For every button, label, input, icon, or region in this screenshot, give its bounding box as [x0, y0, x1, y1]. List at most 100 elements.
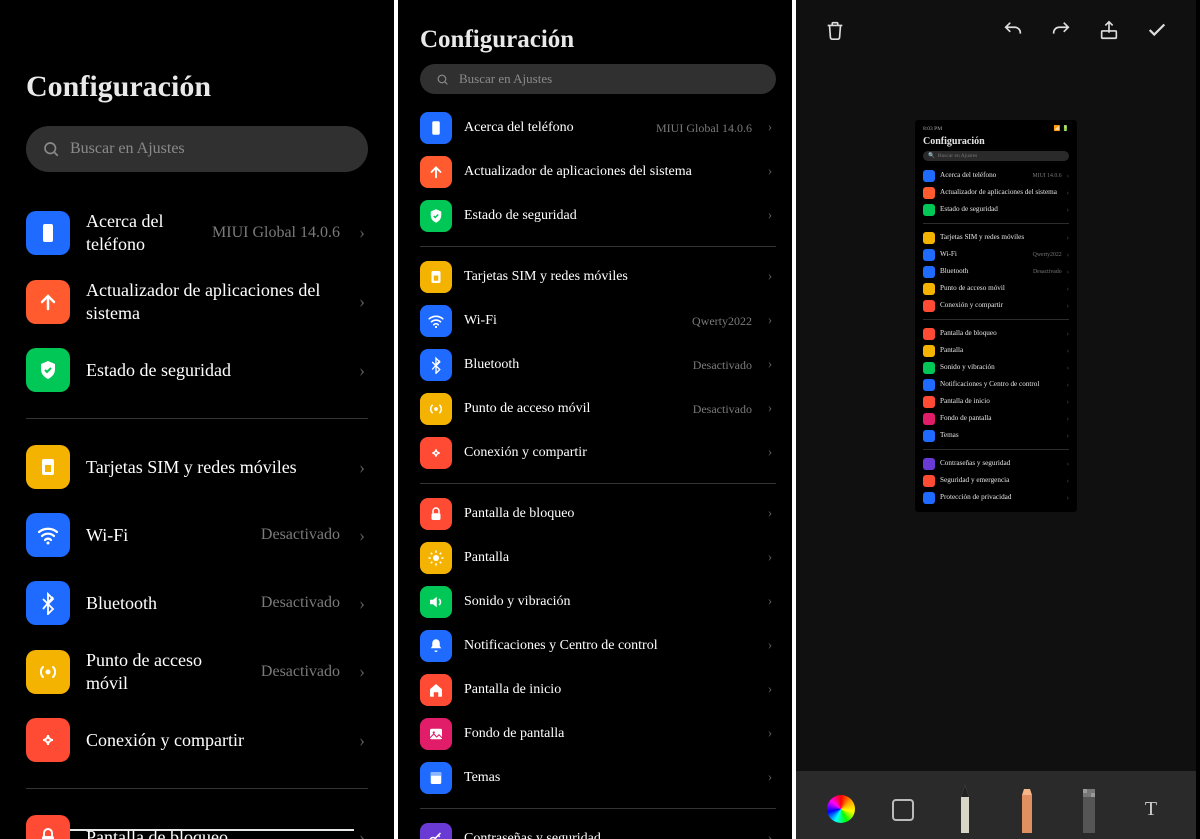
editor-tool-tray: T: [796, 771, 1196, 839]
settings-row-wifi[interactable]: Wi-Fi Qwerty2022 ›: [420, 299, 776, 343]
chevron-right-icon: ›: [764, 831, 776, 839]
search-placeholder: Buscar en Ajustes: [459, 71, 760, 87]
preview-row: Protección de privacidad›: [923, 489, 1069, 506]
row-label: Acerca del teléfono: [86, 210, 196, 255]
row-label: Contraseñas y seguridad: [464, 831, 752, 839]
chevron-right-icon: ›: [764, 313, 776, 329]
row-value: MIUI Global 14.0.6: [212, 224, 340, 242]
chevron-right-icon: ›: [764, 594, 776, 610]
row-label: Estado de seguridad: [86, 359, 340, 382]
chevron-right-icon: ›: [764, 164, 776, 180]
settings-row-security[interactable]: Estado de seguridad ›: [26, 336, 368, 404]
row-value: Desactivado: [261, 526, 340, 544]
row-label: Conexión y compartir: [464, 445, 752, 462]
chevron-right-icon: ›: [764, 506, 776, 522]
chevron-right-icon: ›: [356, 730, 368, 751]
row-label: Wi-Fi: [464, 313, 680, 330]
preview-row: Contraseñas y seguridad›: [923, 455, 1069, 472]
settings-row-bt[interactable]: BluetoothDesactivado›: [420, 343, 776, 387]
highlighter-tool[interactable]: [1010, 781, 1044, 833]
search-placeholder: Buscar en Ajustes: [70, 140, 352, 158]
share-icon: [420, 437, 452, 469]
settings-row-security[interactable]: Estado de seguridad›: [420, 194, 776, 238]
chevron-right-icon: ›: [356, 457, 368, 478]
row-value: Qwerty2022: [692, 314, 752, 329]
chevron-right-icon: ›: [764, 269, 776, 285]
preview-row: Tarjetas SIM y redes móviles›: [923, 229, 1069, 246]
settings-row-updater[interactable]: Actualizador de aplicaciones del sistema…: [420, 150, 776, 194]
bell-icon: [420, 630, 452, 662]
settings-row-hotspot[interactable]: Punto de acceso móvilDesactivado›: [26, 637, 368, 706]
preview-row: Actualizador de aplicaciones del sistema…: [923, 184, 1069, 201]
sun-icon: [420, 542, 452, 574]
phone-icon: [420, 112, 452, 144]
chevron-right-icon: ›: [764, 770, 776, 786]
sim-icon: [26, 445, 70, 489]
row-value: Desactivado: [693, 402, 752, 417]
screenshot-editor: 8:03 PM📶 🔋 Configuración 🔍Buscar en Ajus…: [796, 0, 1196, 839]
shield-icon: [26, 348, 70, 392]
chevron-right-icon: ›: [764, 401, 776, 417]
search-input[interactable]: Buscar en Ajustes: [26, 126, 368, 172]
row-label: Conexión y compartir: [86, 729, 340, 752]
bluetooth-icon: [26, 581, 70, 625]
undo-icon[interactable]: [1002, 19, 1024, 41]
preview-row: Conexión y compartir›: [923, 297, 1069, 314]
row-label: Bluetooth: [86, 592, 245, 615]
chevron-right-icon: ›: [356, 525, 368, 546]
editor-canvas[interactable]: 8:03 PM📶 🔋 Configuración 🔍Buscar en Ajus…: [796, 60, 1196, 512]
settings-row-sound[interactable]: Sonido y vibración ›: [420, 580, 776, 624]
settings-row-display[interactable]: Pantalla›: [420, 536, 776, 580]
settings-row-about[interactable]: Acerca del teléfonoMIUI Global 14.0.6›: [420, 106, 776, 150]
redo-icon[interactable]: [1050, 19, 1072, 41]
chevron-right-icon: ›: [764, 120, 776, 136]
row-label: Punto de acceso móvil: [86, 649, 245, 694]
chevron-right-icon: ›: [764, 357, 776, 373]
wifi-icon: [26, 513, 70, 557]
pen-tool[interactable]: [948, 781, 982, 833]
delete-icon[interactable]: [824, 19, 846, 41]
settings-row-themes[interactable]: Temas›: [420, 756, 776, 800]
share-icon[interactable]: [1098, 19, 1120, 41]
row-label: Sonido y vibración: [464, 594, 752, 611]
preview-row: Estado de seguridad›: [923, 201, 1069, 218]
settings-row-share[interactable]: Conexión y compartir›: [420, 431, 776, 475]
settings-panel-zoom2: Configuración Buscar en Ajustes Acerca d…: [398, 0, 796, 839]
settings-row-wall[interactable]: Fondo de pantalla ›: [420, 712, 776, 756]
settings-row-share[interactable]: Conexión y compartir ›: [26, 706, 368, 774]
color-picker-tool[interactable]: [824, 781, 858, 833]
preview-row: Seguridad y emergencia›: [923, 472, 1069, 489]
settings-row-lock[interactable]: Pantalla de bloqueo›: [26, 803, 368, 839]
row-label: Actualizador de aplicaciones del sistema: [464, 164, 752, 181]
shape-tool[interactable]: [886, 781, 920, 833]
settings-row-notif[interactable]: Notificaciones y Centro de control›: [420, 624, 776, 668]
sim-icon: [420, 261, 452, 293]
row-label: Fondo de pantalla: [464, 726, 752, 743]
preview-row: Pantalla de bloqueo›: [923, 325, 1069, 342]
row-value: MIUI Global 14.0.6: [656, 121, 752, 136]
settings-row-sim[interactable]: Tarjetas SIM y redes móviles›: [26, 433, 368, 501]
settings-row-wifi[interactable]: Wi-FiDesactivado›: [26, 501, 368, 569]
confirm-icon[interactable]: [1146, 19, 1168, 41]
chevron-right-icon: ›: [764, 726, 776, 742]
row-label: Pantalla de bloqueo: [464, 506, 752, 523]
row-label: Notificaciones y Centro de control: [464, 638, 752, 655]
chevron-right-icon: ›: [356, 360, 368, 381]
settings-row-about[interactable]: Acerca del teléfono MIUI Global 14.0.6 ›: [26, 198, 368, 267]
preview-row: BluetoothDesactivado›: [923, 263, 1069, 280]
search-input[interactable]: Buscar en Ajustes: [420, 64, 776, 94]
hotspot-icon: [26, 650, 70, 694]
text-tool[interactable]: T: [1134, 781, 1168, 833]
settings-row-hotspot[interactable]: Punto de acceso móvilDesactivado›: [420, 387, 776, 431]
settings-row-home[interactable]: Pantalla de inicio›: [420, 668, 776, 712]
shield-icon: [420, 200, 452, 232]
editor-toolbar: [796, 0, 1196, 60]
settings-row-lock[interactable]: Pantalla de bloqueo ›: [420, 492, 776, 536]
chevron-right-icon: ›: [356, 222, 368, 243]
settings-row-updater[interactable]: Actualizador de aplicaciones del sistema…: [26, 267, 368, 336]
settings-row-sim[interactable]: Tarjetas SIM y redes móviles›: [420, 255, 776, 299]
settings-row-bt[interactable]: BluetoothDesactivado›: [26, 569, 368, 637]
settings-row-pwd[interactable]: Contraseñas y seguridad ›: [420, 817, 776, 839]
mosaic-tool[interactable]: [1072, 781, 1106, 833]
arrow-up-icon: [420, 156, 452, 188]
